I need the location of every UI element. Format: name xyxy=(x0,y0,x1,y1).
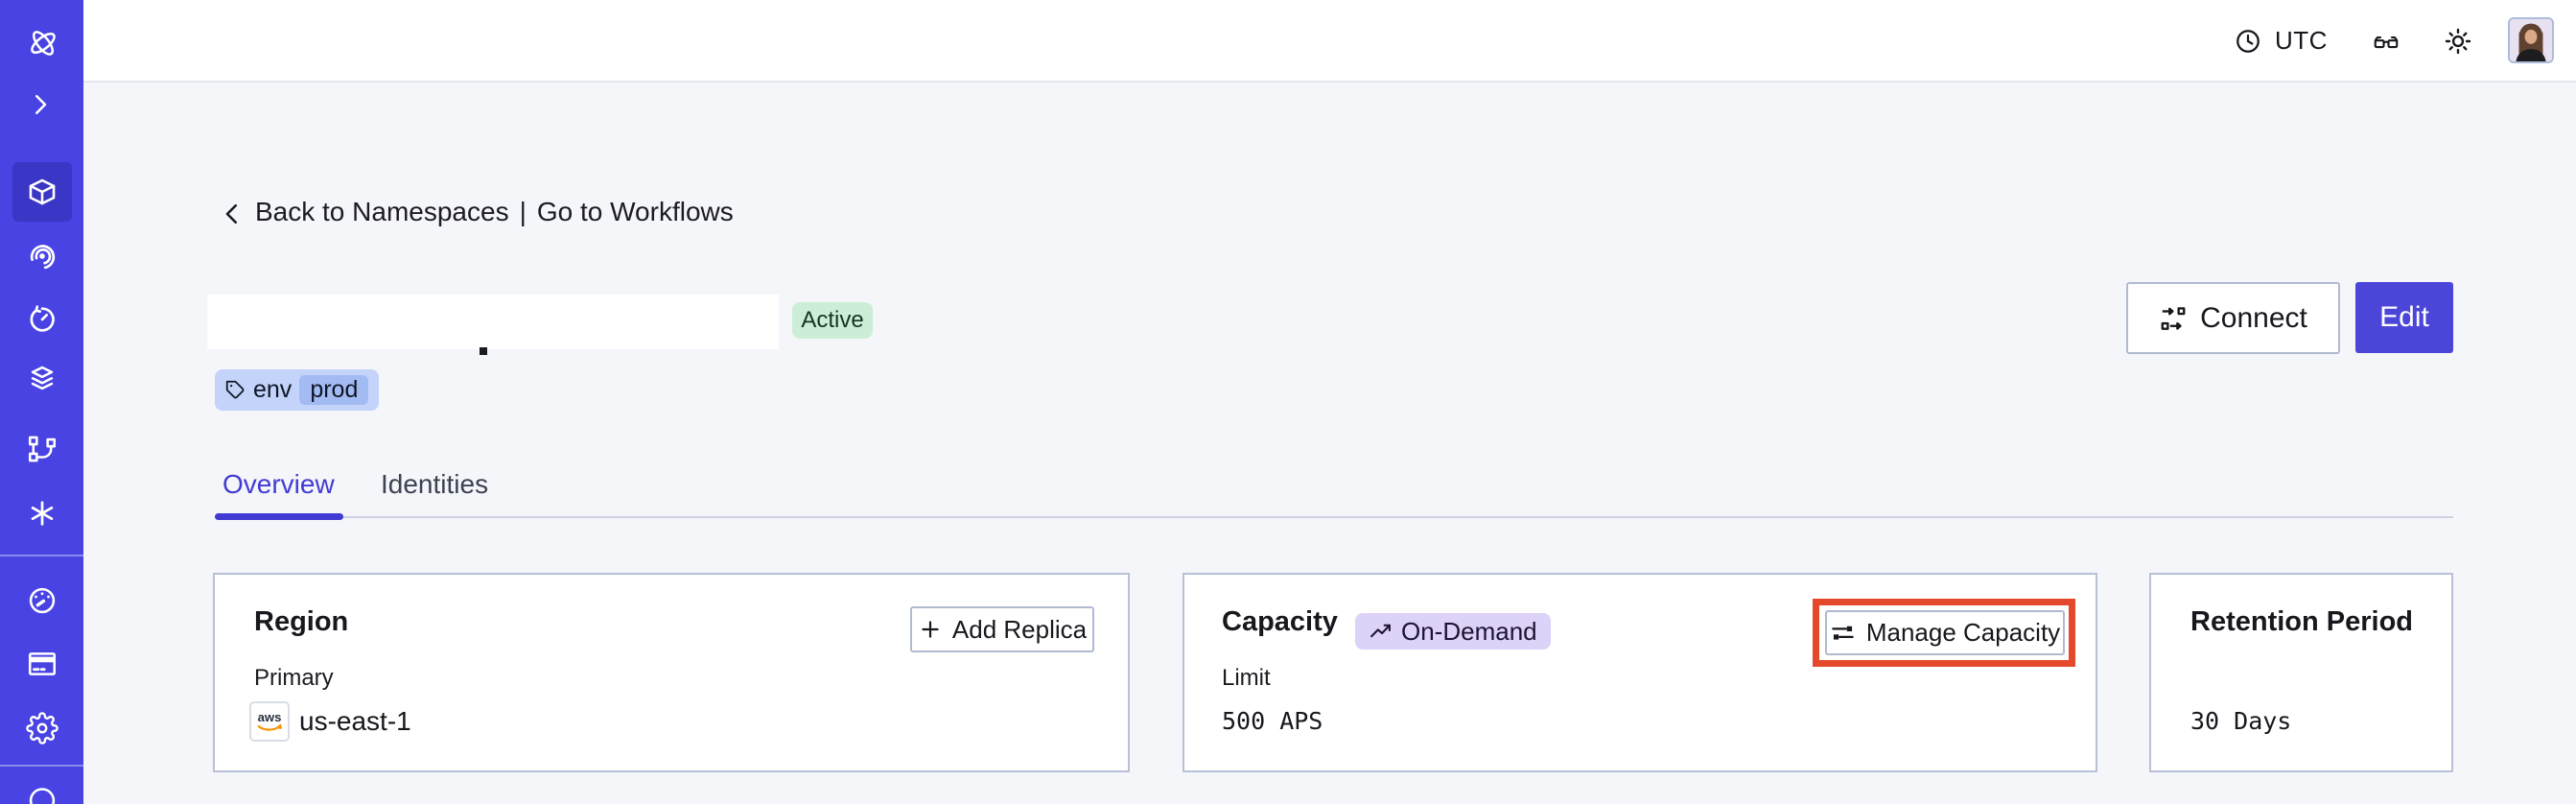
layers-icon xyxy=(31,366,54,390)
connect-icon xyxy=(2161,306,2186,330)
glasses-icon[interactable] xyxy=(2370,28,2402,57)
on-demand-label: On-Demand xyxy=(1401,616,1537,646)
tag-value: prod xyxy=(299,375,369,405)
status-badge: Active xyxy=(792,302,873,339)
capacity-field-label: Limit xyxy=(1222,665,1271,691)
tab-active-underline xyxy=(215,513,343,520)
timezone-label[interactable]: UTC xyxy=(2275,26,2328,56)
credit-card-icon xyxy=(28,652,57,675)
sidebar-divider xyxy=(0,555,83,556)
breadcrumb-separator: | xyxy=(519,197,527,226)
on-demand-badge: On-Demand xyxy=(1355,613,1551,650)
sidebar-item-nexus[interactable] xyxy=(26,497,59,530)
aws-provider-chip: aws xyxy=(249,701,290,742)
tab-identities[interactable]: Identities xyxy=(381,469,488,500)
sidebar-item-pipelines[interactable] xyxy=(26,433,59,465)
region-card-title: Region xyxy=(254,606,349,637)
sidebar-item-support[interactable] xyxy=(26,783,59,804)
theme-sun-icon[interactable] xyxy=(2443,26,2473,57)
sidebar-item-workflows[interactable] xyxy=(26,240,59,272)
temporal-logo-icon xyxy=(26,26,59,59)
gauge-icon xyxy=(29,587,56,614)
breadcrumb-workflows-link[interactable]: Go to Workflows xyxy=(537,197,734,227)
retention-card: Retention Period 30 Days xyxy=(2149,573,2453,772)
clock-rotate-icon xyxy=(30,305,55,332)
retention-card-title: Retention Period xyxy=(2190,606,2414,637)
timezone-clock-icon[interactable] xyxy=(2234,27,2262,56)
aws-logo-text: aws xyxy=(258,710,282,724)
gear-icon xyxy=(26,712,59,745)
plus-icon xyxy=(922,621,939,638)
cube-icon xyxy=(29,178,56,205)
region-card: Region Add Replica Primary aws us-east-1 xyxy=(213,573,1130,772)
retention-value: 30 Days xyxy=(2190,707,2292,735)
capacity-card-title: Capacity xyxy=(1222,606,1338,637)
sliders-icon xyxy=(1832,626,1854,640)
sidebar-divider xyxy=(0,765,83,767)
region-field-label: Primary xyxy=(254,665,334,691)
manage-capacity-label: Manage Capacity xyxy=(1865,618,2061,647)
tag-icon xyxy=(225,380,245,399)
sidebar-item-namespaces[interactable] xyxy=(26,176,59,208)
namespace-title-redacted xyxy=(207,295,779,349)
tabs-rule xyxy=(215,516,2453,518)
region-value: us-east-1 xyxy=(299,706,411,736)
sidebar-item-schedules[interactable] xyxy=(26,303,59,336)
spiral-icon xyxy=(30,245,56,270)
edit-button-label: Edit xyxy=(2379,301,2429,333)
back-chevron-icon[interactable] xyxy=(218,200,246,228)
sidebar-item-billing[interactable] xyxy=(26,648,59,680)
add-replica-label: Add Replica xyxy=(951,614,1088,644)
trending-up-icon xyxy=(1370,624,1391,637)
avatar[interactable] xyxy=(2508,17,2554,63)
sidebar-item-settings[interactable] xyxy=(26,712,59,745)
tab-overview[interactable]: Overview xyxy=(222,469,335,500)
topbar xyxy=(83,0,2576,83)
breadcrumb: Back to Namespaces | Go to Workflows xyxy=(255,197,734,227)
breadcrumb-back-link[interactable]: Back to Namespaces xyxy=(255,197,509,227)
tag-key: env xyxy=(253,376,293,403)
connect-button-label: Connect xyxy=(2200,301,2307,334)
app-root: UTC Back to Namespaces | Go to Workflows xyxy=(0,0,2576,804)
branch-icon xyxy=(28,436,57,462)
sidebar-item-usage[interactable] xyxy=(26,584,59,617)
connect-button[interactable]: Connect xyxy=(2126,282,2340,354)
sidebar xyxy=(0,0,83,804)
manage-capacity-button[interactable]: Manage Capacity xyxy=(1825,610,2065,655)
edit-button[interactable]: Edit xyxy=(2355,282,2453,353)
sidebar-item-deployments[interactable] xyxy=(26,363,59,395)
sidebar-expand-chevron-icon[interactable] xyxy=(26,90,59,123)
capacity-value: 500 APS xyxy=(1222,707,1323,735)
namespace-title-dot xyxy=(480,347,487,355)
support-circle-icon xyxy=(29,788,56,804)
capacity-card: Capacity On-Demand Manage Capacity Limit… xyxy=(1183,573,2097,772)
asterisk-icon xyxy=(31,501,54,526)
namespace-tag[interactable]: env prod xyxy=(215,369,380,411)
add-replica-button[interactable]: Add Replica xyxy=(910,606,1094,652)
